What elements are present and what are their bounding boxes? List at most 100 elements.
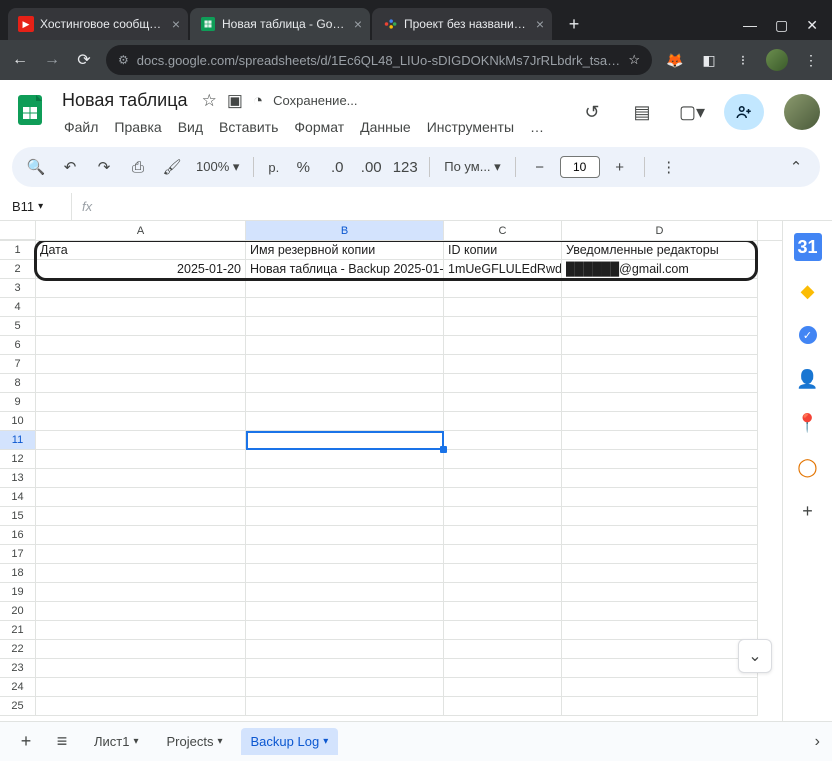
cell[interactable] (36, 659, 246, 678)
row-header[interactable]: 17 (0, 545, 36, 564)
sheet-tab[interactable]: Лист1▾ (84, 728, 149, 755)
row-header[interactable]: 21 (0, 621, 36, 640)
menu-view[interactable]: Вид (172, 115, 209, 139)
cell[interactable] (562, 355, 758, 374)
name-box[interactable]: B11▾ (12, 193, 72, 220)
explore-button[interactable]: ⌄ (738, 639, 772, 673)
cell[interactable] (36, 393, 246, 412)
menu-format[interactable]: Формат (288, 115, 350, 139)
menu-tools[interactable]: Инструменты (421, 115, 520, 139)
bookmark-star-icon[interactable]: ☆ (628, 52, 640, 68)
row-header[interactable]: 1 (0, 241, 36, 260)
cell[interactable] (246, 336, 444, 355)
cell[interactable] (562, 602, 758, 621)
cell[interactable] (36, 450, 246, 469)
cell[interactable] (444, 621, 562, 640)
cell[interactable] (562, 640, 758, 659)
col-header-d[interactable]: D (562, 221, 758, 240)
cell[interactable] (36, 583, 246, 602)
metamask-icon[interactable]: 🦊 (664, 49, 686, 71)
cell[interactable] (246, 697, 444, 716)
cell[interactable]: Новая таблица - Backup 2025-01-2 (246, 260, 444, 279)
cell[interactable] (246, 355, 444, 374)
sheet-tab[interactable]: Projects▾ (157, 728, 233, 755)
percent-icon[interactable]: % (289, 153, 317, 181)
cell[interactable]: 1mUeGFLULEdRwdI (444, 260, 562, 279)
cell[interactable] (562, 412, 758, 431)
row-header[interactable]: 19 (0, 583, 36, 602)
minimize-icon[interactable]: — (743, 17, 757, 34)
cell[interactable] (444, 374, 562, 393)
new-tab-button[interactable]: + (560, 10, 588, 38)
formula-bar[interactable] (102, 193, 832, 220)
row-header[interactable]: 10 (0, 412, 36, 431)
row-header[interactable]: 14 (0, 488, 36, 507)
currency-button[interactable]: р. (264, 160, 283, 175)
cell[interactable] (444, 450, 562, 469)
cell[interactable] (36, 355, 246, 374)
cell[interactable] (562, 583, 758, 602)
row-header[interactable]: 3 (0, 279, 36, 298)
search-icon[interactable]: 🔍 (22, 153, 50, 181)
sheets-logo-icon[interactable] (12, 92, 48, 128)
cell[interactable] (444, 336, 562, 355)
back-icon[interactable]: ← (10, 51, 30, 69)
cell[interactable] (444, 659, 562, 678)
cell[interactable] (36, 469, 246, 488)
cell[interactable] (562, 488, 758, 507)
cell[interactable] (444, 298, 562, 317)
cell[interactable] (36, 279, 246, 298)
cell[interactable] (36, 678, 246, 697)
cell[interactable] (246, 621, 444, 640)
cell[interactable] (444, 602, 562, 621)
cell[interactable] (562, 507, 758, 526)
browser-tab[interactable]: Проект без названия - Ре × (372, 8, 552, 40)
menu-more[interactable]: … (524, 115, 550, 139)
row-header[interactable]: 6 (0, 336, 36, 355)
collapse-toolbar-icon[interactable]: ⌃ (782, 153, 810, 181)
row-header[interactable]: 15 (0, 507, 36, 526)
cell[interactable] (36, 640, 246, 659)
cell[interactable] (562, 564, 758, 583)
undo-icon[interactable]: ↶ (56, 153, 84, 181)
add-addon-icon[interactable]: + (794, 497, 822, 525)
cell[interactable] (444, 412, 562, 431)
tab-close-icon[interactable]: × (536, 16, 544, 32)
browser-tab[interactable]: ▶ Хостинговое сообщество × (8, 8, 188, 40)
row-header[interactable]: 11 (0, 431, 36, 450)
cell[interactable] (36, 298, 246, 317)
cell[interactable] (444, 697, 562, 716)
cell[interactable] (246, 545, 444, 564)
col-header-c[interactable]: C (444, 221, 562, 240)
font-size-minus-icon[interactable]: − (526, 153, 554, 181)
redo-icon[interactable]: ↷ (90, 153, 118, 181)
cell[interactable] (444, 678, 562, 697)
decrease-decimal-icon[interactable]: .0 (323, 153, 351, 181)
cell[interactable]: 2025-01-20 (36, 260, 246, 279)
cell[interactable] (444, 507, 562, 526)
cell[interactable] (562, 374, 758, 393)
share-button[interactable] (724, 94, 764, 130)
row-header[interactable]: 12 (0, 450, 36, 469)
cell[interactable] (444, 564, 562, 583)
cell[interactable] (36, 526, 246, 545)
col-header-b[interactable]: B (246, 221, 444, 240)
browser-profile-avatar[interactable] (766, 49, 788, 71)
row-header[interactable]: 22 (0, 640, 36, 659)
maps-icon[interactable]: 📍 (794, 409, 822, 437)
row-header[interactable]: 20 (0, 602, 36, 621)
sheet-tab-active[interactable]: Backup Log▾ (241, 728, 339, 755)
cell[interactable] (562, 621, 758, 640)
cell[interactable] (246, 488, 444, 507)
meet-icon[interactable]: ▢▾ (674, 94, 710, 130)
site-settings-icon[interactable]: ⚙ (118, 53, 129, 67)
row-header[interactable]: 16 (0, 526, 36, 545)
tab-close-icon[interactable]: × (172, 16, 180, 32)
cell[interactable]: Дата (36, 241, 246, 260)
cell[interactable] (444, 545, 562, 564)
cell[interactable] (36, 317, 246, 336)
cell[interactable]: Уведомленные редакторы (562, 241, 758, 260)
row-header[interactable]: 2 (0, 260, 36, 279)
cell[interactable] (246, 526, 444, 545)
browser-tab-active[interactable]: Новая таблица - Google Т × (190, 8, 370, 40)
